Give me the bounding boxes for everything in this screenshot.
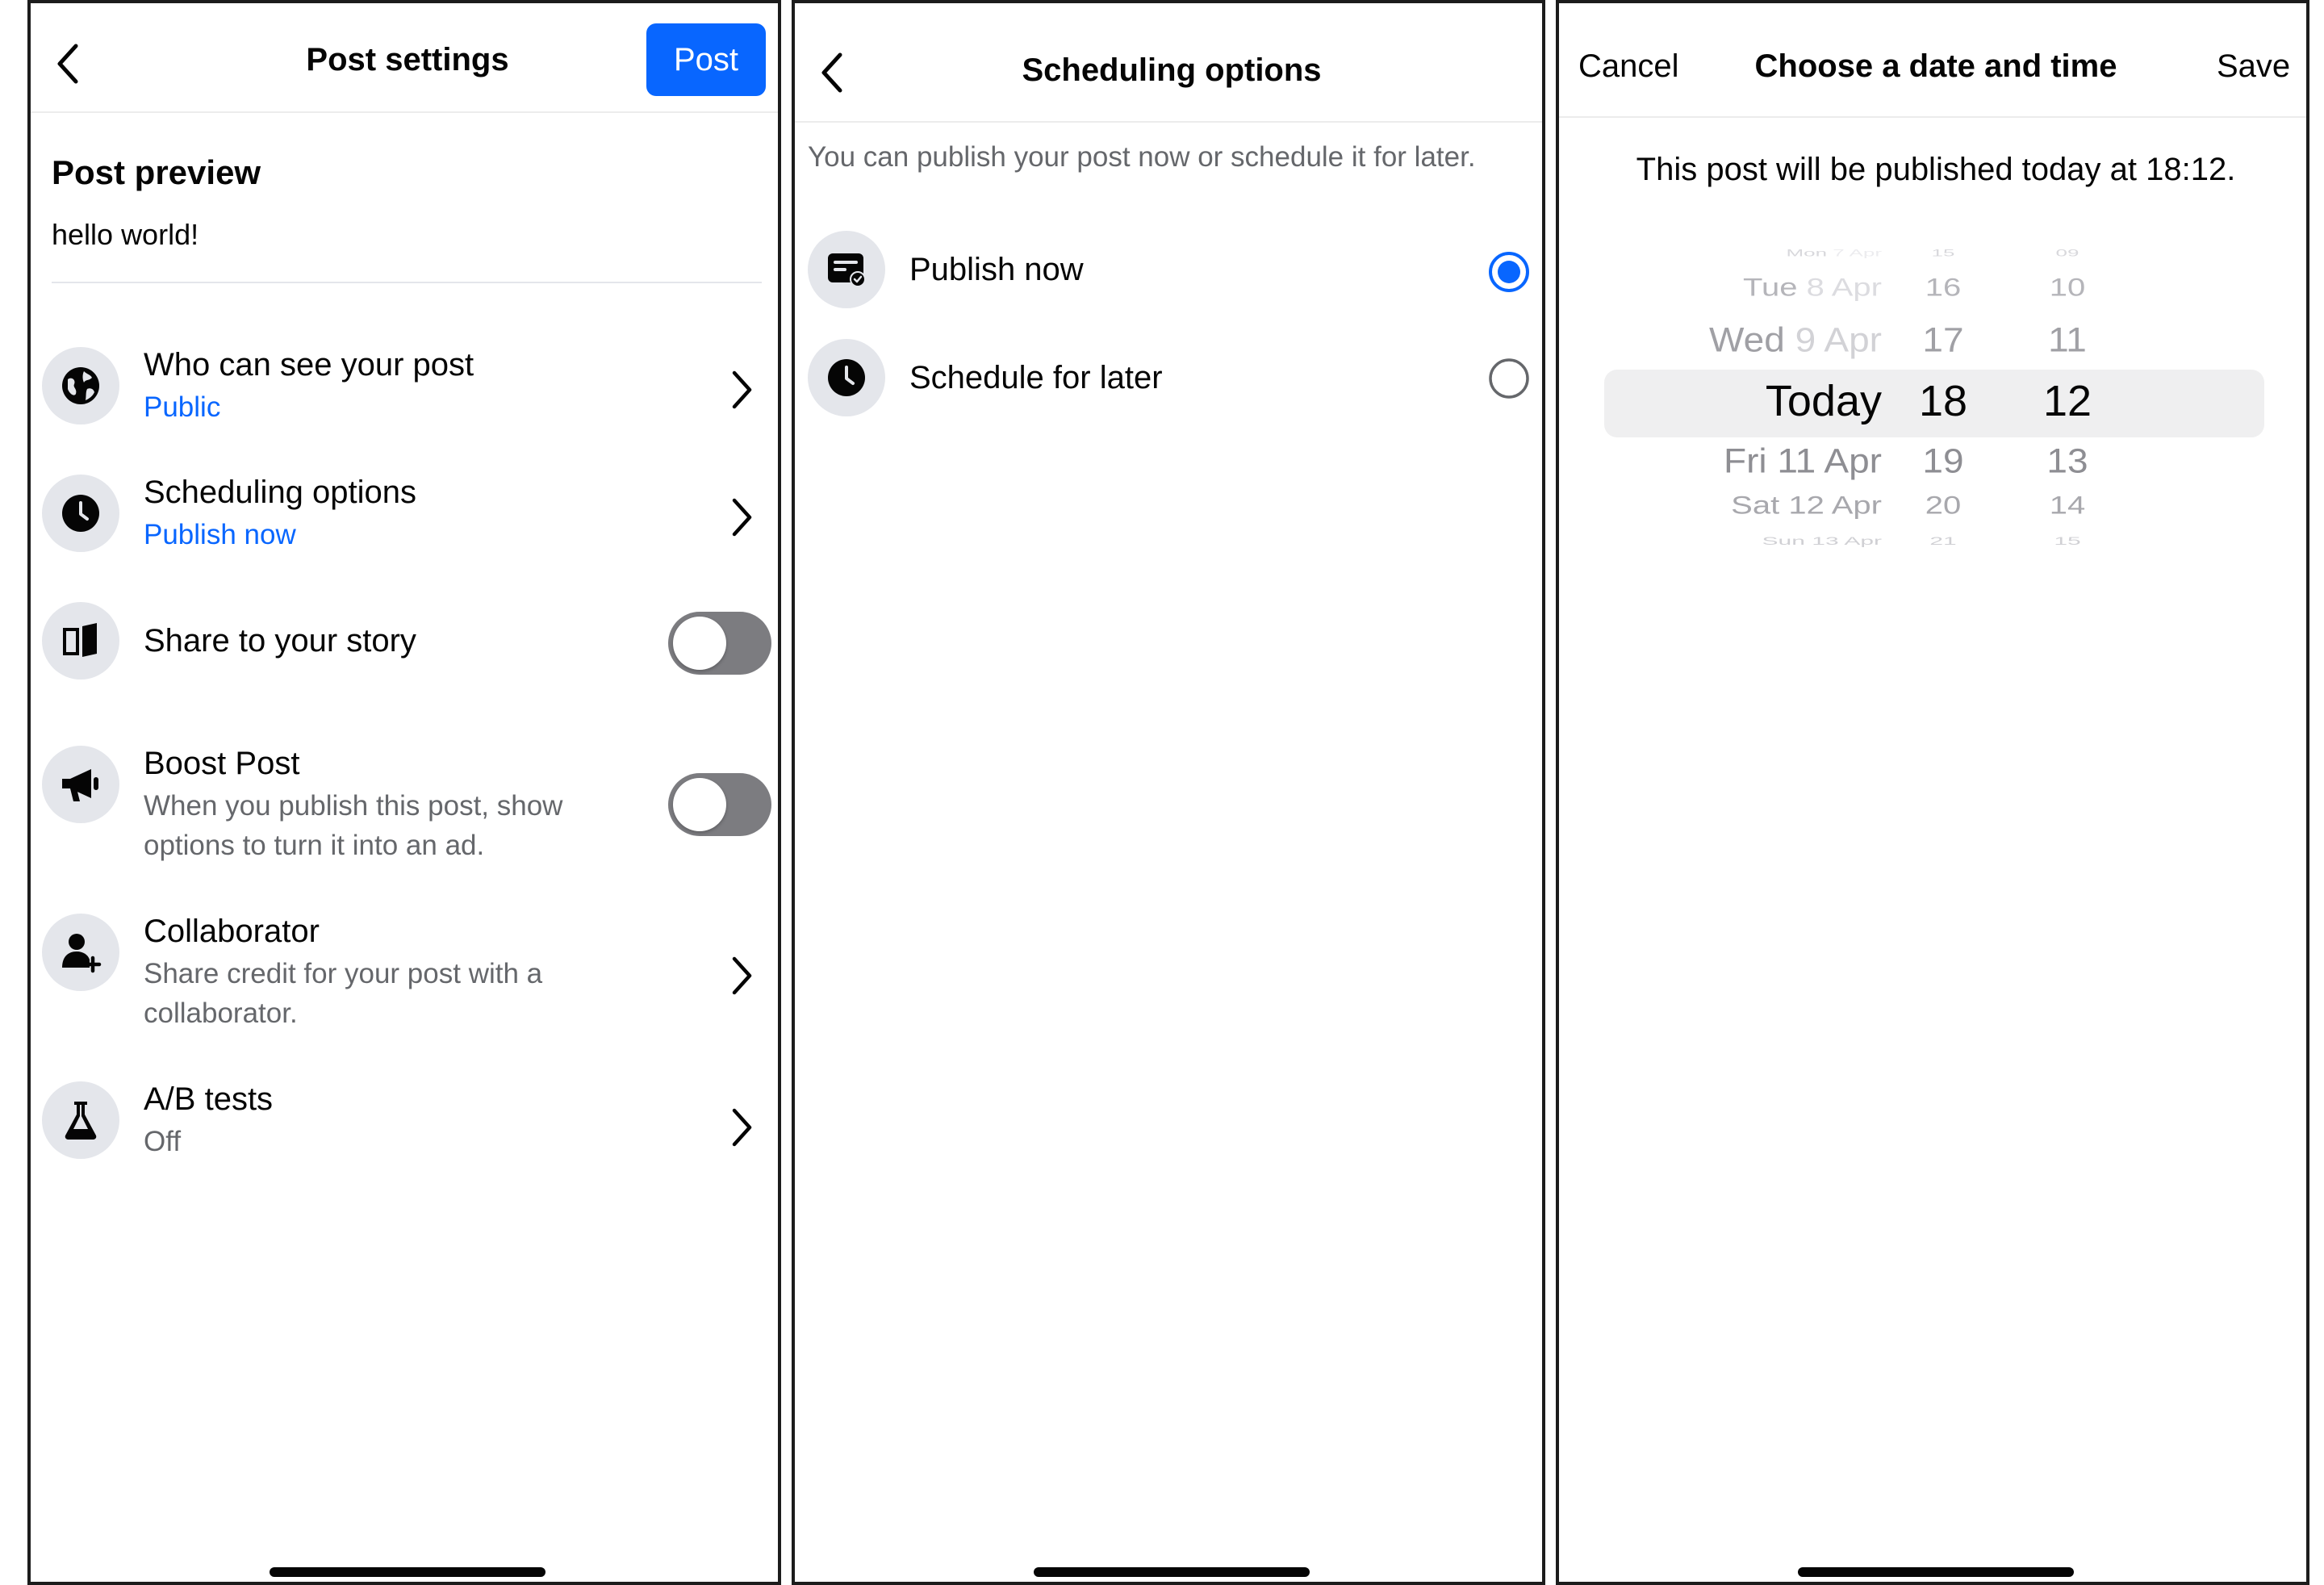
post-now-icon bbox=[808, 231, 885, 308]
chevron-right-icon bbox=[732, 1108, 752, 1147]
preview-divider bbox=[52, 282, 762, 283]
header-divider bbox=[795, 121, 1542, 123]
book-icon bbox=[42, 602, 119, 680]
picker-hour-option[interactable]: 21 bbox=[1903, 535, 1983, 547]
chevron-right-icon bbox=[732, 498, 752, 537]
megaphone-icon bbox=[42, 746, 119, 823]
globe-icon bbox=[42, 347, 119, 424]
picker-hour-option[interactable]: 16 bbox=[1903, 274, 1983, 302]
share-story-row: Share to your story bbox=[31, 594, 778, 699]
picker-day-option[interactable]: Fri 11 Apr bbox=[1607, 441, 1882, 481]
date-time-wheel[interactable]: Mon 7 Apr 15 09 Tue 8 Apr 16 10 Wed 9 Ap… bbox=[1559, 229, 2306, 568]
picker-hour-option[interactable]: 19 bbox=[1903, 441, 1983, 481]
collaborator-description: Share credit for your post with a collab… bbox=[144, 958, 543, 1029]
post-button[interactable]: Post bbox=[646, 23, 766, 96]
schedule-later-label: Schedule for later bbox=[909, 360, 1163, 395]
add-person-icon bbox=[42, 914, 119, 991]
boost-post-description: When you publish this post, show options… bbox=[144, 790, 563, 861]
collaborator-title: Collaborator bbox=[144, 914, 320, 949]
scheduling-title: Scheduling options bbox=[144, 475, 417, 510]
home-indicator bbox=[1034, 1567, 1310, 1577]
flask-icon bbox=[42, 1081, 119, 1159]
boost-post-title: Boost Post bbox=[144, 746, 300, 781]
chevron-right-icon bbox=[732, 370, 752, 409]
boost-post-toggle[interactable] bbox=[668, 773, 771, 836]
home-indicator bbox=[1798, 1567, 2074, 1577]
picker-minute-option[interactable]: 09 bbox=[2027, 248, 2108, 259]
date-time-picker-screen: Cancel Choose a date and time Save This … bbox=[1556, 0, 2309, 1585]
clock-icon bbox=[808, 339, 885, 416]
header-divider bbox=[31, 111, 778, 113]
share-story-toggle[interactable] bbox=[668, 612, 771, 675]
header-divider bbox=[1559, 116, 2306, 118]
ab-tests-row[interactable]: A/B tests Off bbox=[31, 1077, 778, 1181]
picker-day-option[interactable]: Sat 12 Apr bbox=[1607, 491, 1882, 520]
picker-minute-option[interactable]: 10 bbox=[2027, 274, 2108, 302]
post-settings-screen: Post settings Post Post preview hello wo… bbox=[27, 0, 781, 1585]
audience-value: Public bbox=[144, 391, 221, 423]
picker-day-selected[interactable]: Today bbox=[1607, 376, 1882, 426]
ab-tests-value: Off bbox=[144, 1126, 182, 1157]
publish-now-label: Publish now bbox=[909, 252, 1084, 287]
picker-day-option[interactable]: Tue 8 Apr bbox=[1607, 274, 1882, 302]
publish-time-message: This post will be published today at 18:… bbox=[1636, 152, 2236, 187]
collaborator-row[interactable]: Collaborator Share credit for your post … bbox=[31, 909, 778, 1046]
preview-heading: Post preview bbox=[52, 153, 261, 191]
scheduling-options-screen: Scheduling options You can publish your … bbox=[792, 0, 1545, 1585]
home-indicator bbox=[270, 1567, 545, 1577]
picker-minute-selected[interactable]: 12 bbox=[2027, 376, 2108, 426]
publish-now-radio[interactable] bbox=[1487, 250, 1531, 294]
picker-hour-option[interactable]: 15 bbox=[1903, 248, 1983, 259]
chevron-right-icon bbox=[732, 956, 752, 995]
picker-day-option[interactable]: Sun 13 Apr bbox=[1607, 535, 1882, 547]
picker-minute-option[interactable]: 13 bbox=[2027, 441, 2108, 481]
picker-minute-option[interactable]: 11 bbox=[2027, 320, 2108, 360]
ab-tests-title: A/B tests bbox=[144, 1081, 274, 1117]
picker-minute-option[interactable]: 15 bbox=[2027, 535, 2108, 547]
audience-row[interactable]: Who can see your post Public bbox=[31, 337, 778, 442]
boost-post-row: Boost Post When you publish this post, s… bbox=[31, 741, 778, 878]
scheduling-row[interactable]: Scheduling options Publish now bbox=[31, 465, 778, 570]
scheduling-value: Publish now bbox=[144, 519, 296, 550]
picker-day-option[interactable]: Mon 7 Apr bbox=[1607, 248, 1882, 259]
audience-title: Who can see your post bbox=[144, 347, 474, 383]
page-title: Choose a date and time bbox=[1754, 48, 2117, 84]
save-button[interactable]: Save bbox=[2217, 48, 2290, 85]
publish-now-option[interactable]: Publish now bbox=[795, 226, 1542, 315]
picker-day-option[interactable]: Wed 9 Apr bbox=[1607, 320, 1882, 360]
clock-icon bbox=[42, 475, 119, 552]
picker-hour-option[interactable]: 20 bbox=[1903, 491, 1983, 520]
page-title: Scheduling options bbox=[1022, 52, 1322, 88]
picker-hour-selected[interactable]: 18 bbox=[1903, 376, 1983, 426]
scheduling-description: You can publish your post now or schedul… bbox=[808, 141, 1476, 173]
share-story-title: Share to your story bbox=[144, 623, 416, 659]
preview-text: hello world! bbox=[52, 218, 199, 251]
schedule-later-radio[interactable] bbox=[1487, 357, 1531, 400]
picker-minute-option[interactable]: 14 bbox=[2027, 491, 2108, 520]
picker-hour-option[interactable]: 17 bbox=[1903, 320, 1983, 360]
schedule-later-option[interactable]: Schedule for later bbox=[795, 337, 1542, 426]
